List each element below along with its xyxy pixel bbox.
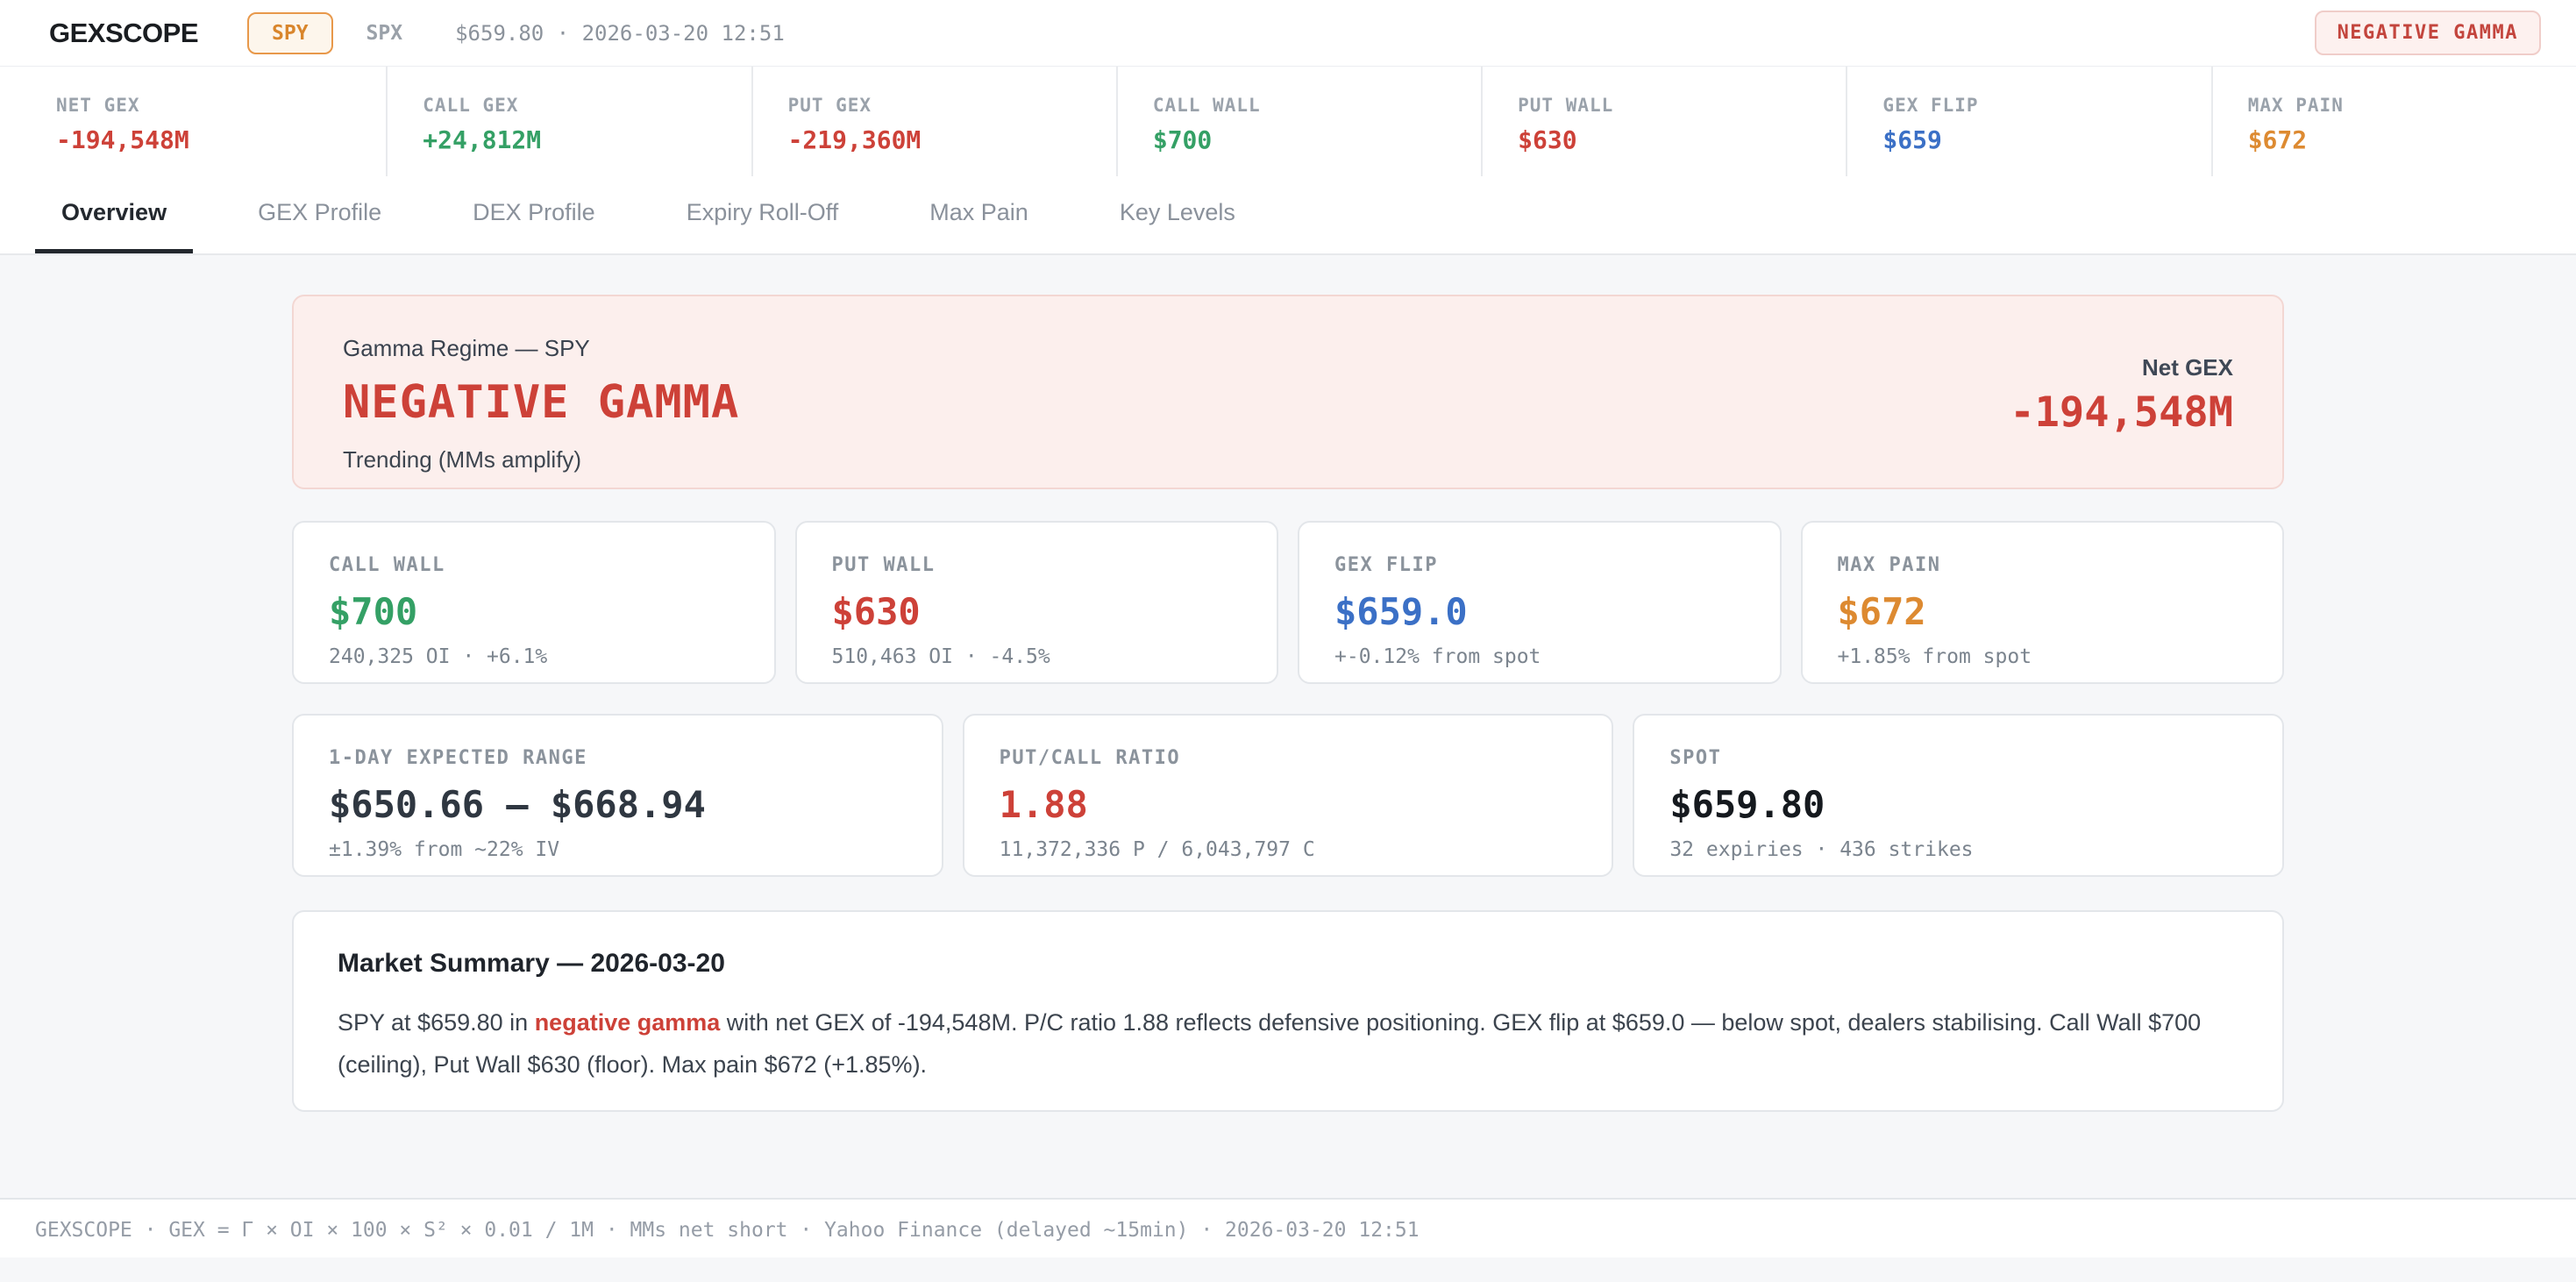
card-value: 1.88 <box>1000 783 1577 826</box>
card-label: SPOT <box>1669 747 2247 769</box>
stat-label: GEX FLIP <box>1882 95 2202 116</box>
card-put-wall: PUT WALL $630 510,463 OI · -4.5% <box>795 521 1279 684</box>
ticker-button-spx[interactable]: SPX <box>366 22 403 45</box>
app-header: GEXSCOPE SPY SPX $659.80 · 2026-03-20 12… <box>0 0 2576 67</box>
stat-put-wall: PUT WALL $630 <box>1481 67 1846 176</box>
spot-price-timestamp: $659.80 · 2026-03-20 12:51 <box>455 21 785 46</box>
card-subtext: ±1.39% from ~22% IV <box>329 838 907 861</box>
card-gex-flip: GEX FLIP $659.0 +-0.12% from spot <box>1298 521 1782 684</box>
regime-left: Gamma Regime — SPY NEGATIVE GAMMA Trendi… <box>343 335 739 452</box>
stat-put-gex: PUT GEX -219,360M <box>751 67 1116 176</box>
tab-gex-profile[interactable]: GEX Profile <box>231 176 408 253</box>
gamma-regime-card: Gamma Regime — SPY NEGATIVE GAMMA Trendi… <box>292 295 2284 489</box>
card-value: $700 <box>329 590 739 633</box>
stat-label: PUT WALL <box>1518 95 1837 116</box>
card-max-pain: MAX PAIN $672 +1.85% from spot <box>1801 521 2285 684</box>
card-expected-range: 1-DAY EXPECTED RANGE $650.66 — $668.94 ±… <box>292 714 943 877</box>
card-subtext: +1.85% from spot <box>1838 645 2248 668</box>
card-value: $650.66 — $668.94 <box>329 783 907 826</box>
stat-value: -194,548M <box>56 125 377 154</box>
net-gex-value: -194,548M <box>2010 388 2233 437</box>
net-gex-label: Net GEX <box>2010 354 2233 381</box>
ticker-button-spy[interactable]: SPY <box>247 12 333 54</box>
stat-call-gex: CALL GEX +24,812M <box>386 67 751 176</box>
stat-call-wall: CALL WALL $700 <box>1116 67 1481 176</box>
tab-dex-profile[interactable]: DEX Profile <box>446 176 622 253</box>
stats-bar: NET GEX -194,548M CALL GEX +24,812M PUT … <box>0 67 2576 176</box>
card-value: $659.80 <box>1669 783 2247 826</box>
tab-expiry-roll-off[interactable]: Expiry Roll-Off <box>660 176 865 253</box>
stat-label: CALL GEX <box>423 95 742 116</box>
regime-status-badge: NEGATIVE GAMMA <box>2315 11 2541 55</box>
metric-cards-row-2: 1-DAY EXPECTED RANGE $650.66 — $668.94 ±… <box>292 714 2284 877</box>
ticker-switcher: SPY SPX <box>247 12 402 54</box>
stat-value: +24,812M <box>423 125 742 154</box>
card-subtext: +-0.12% from spot <box>1334 645 1745 668</box>
card-spot: SPOT $659.80 32 expiries · 436 strikes <box>1633 714 2284 877</box>
stat-gex-flip: GEX FLIP $659 <box>1846 67 2210 176</box>
regime-name: NEGATIVE GAMMA <box>343 376 739 429</box>
market-summary-body: SPY at $659.80 in negative gamma with ne… <box>338 1001 2238 1086</box>
tab-overview[interactable]: Overview <box>35 176 193 253</box>
tab-bar: Overview GEX Profile DEX Profile Expiry … <box>0 176 2576 255</box>
stat-max-pain: MAX PAIN $672 <box>2211 67 2576 176</box>
market-summary-card: Market Summary — 2026-03-20 SPY at $659.… <box>292 910 2284 1112</box>
main-content: Gamma Regime — SPY NEGATIVE GAMMA Trendi… <box>0 255 2576 1112</box>
summary-text-pre: SPY at $659.80 in <box>338 1009 535 1036</box>
stat-label: PUT GEX <box>788 95 1107 116</box>
card-label: 1-DAY EXPECTED RANGE <box>329 747 907 769</box>
stat-value: $630 <box>1518 125 1837 154</box>
regime-subtitle: Trending (MMs amplify) <box>343 446 739 474</box>
card-value: $630 <box>832 590 1242 633</box>
stat-net-gex: NET GEX -194,548M <box>21 67 386 176</box>
regime-right: Net GEX -194,548M <box>2010 335 2233 452</box>
footer-info-line: GEXSCOPE · GEX = Γ × OI × 100 × S² × 0.0… <box>35 1219 2576 1242</box>
card-label: PUT/CALL RATIO <box>1000 747 1577 769</box>
stat-value: $659 <box>1882 125 2202 154</box>
card-value: $659.0 <box>1334 590 1745 633</box>
stat-value: $672 <box>2248 125 2567 154</box>
card-subtext: 32 expiries · 436 strikes <box>1669 838 2247 861</box>
card-value: $672 <box>1838 590 2248 633</box>
card-subtext: 11,372,336 P / 6,043,797 C <box>1000 838 1577 861</box>
tab-max-pain[interactable]: Max Pain <box>903 176 1055 253</box>
card-label: PUT WALL <box>832 554 1242 576</box>
card-label: GEX FLIP <box>1334 554 1745 576</box>
card-put-call-ratio: PUT/CALL RATIO 1.88 11,372,336 P / 6,043… <box>963 714 1614 877</box>
app-logo: GEXSCOPE <box>49 18 198 49</box>
stat-label: NET GEX <box>56 95 377 116</box>
market-summary-title: Market Summary — 2026-03-20 <box>338 949 2238 979</box>
tab-key-levels[interactable]: Key Levels <box>1093 176 1262 253</box>
app-footer: GEXSCOPE · GEX = Γ × OI × 100 × S² × 0.0… <box>0 1198 2576 1257</box>
metric-cards-row-1: CALL WALL $700 240,325 OI · +6.1% PUT WA… <box>292 521 2284 684</box>
card-label: MAX PAIN <box>1838 554 2248 576</box>
stat-value: -219,360M <box>788 125 1107 154</box>
stat-label: CALL WALL <box>1153 95 1472 116</box>
card-label: CALL WALL <box>329 554 739 576</box>
card-subtext: 240,325 OI · +6.1% <box>329 645 739 668</box>
stat-value: $700 <box>1153 125 1472 154</box>
card-call-wall: CALL WALL $700 240,325 OI · +6.1% <box>292 521 776 684</box>
card-subtext: 510,463 OI · -4.5% <box>832 645 1242 668</box>
regime-card-title: Gamma Regime — SPY <box>343 335 739 362</box>
summary-regime-highlight: negative gamma <box>535 1009 721 1036</box>
stat-label: MAX PAIN <box>2248 95 2567 116</box>
